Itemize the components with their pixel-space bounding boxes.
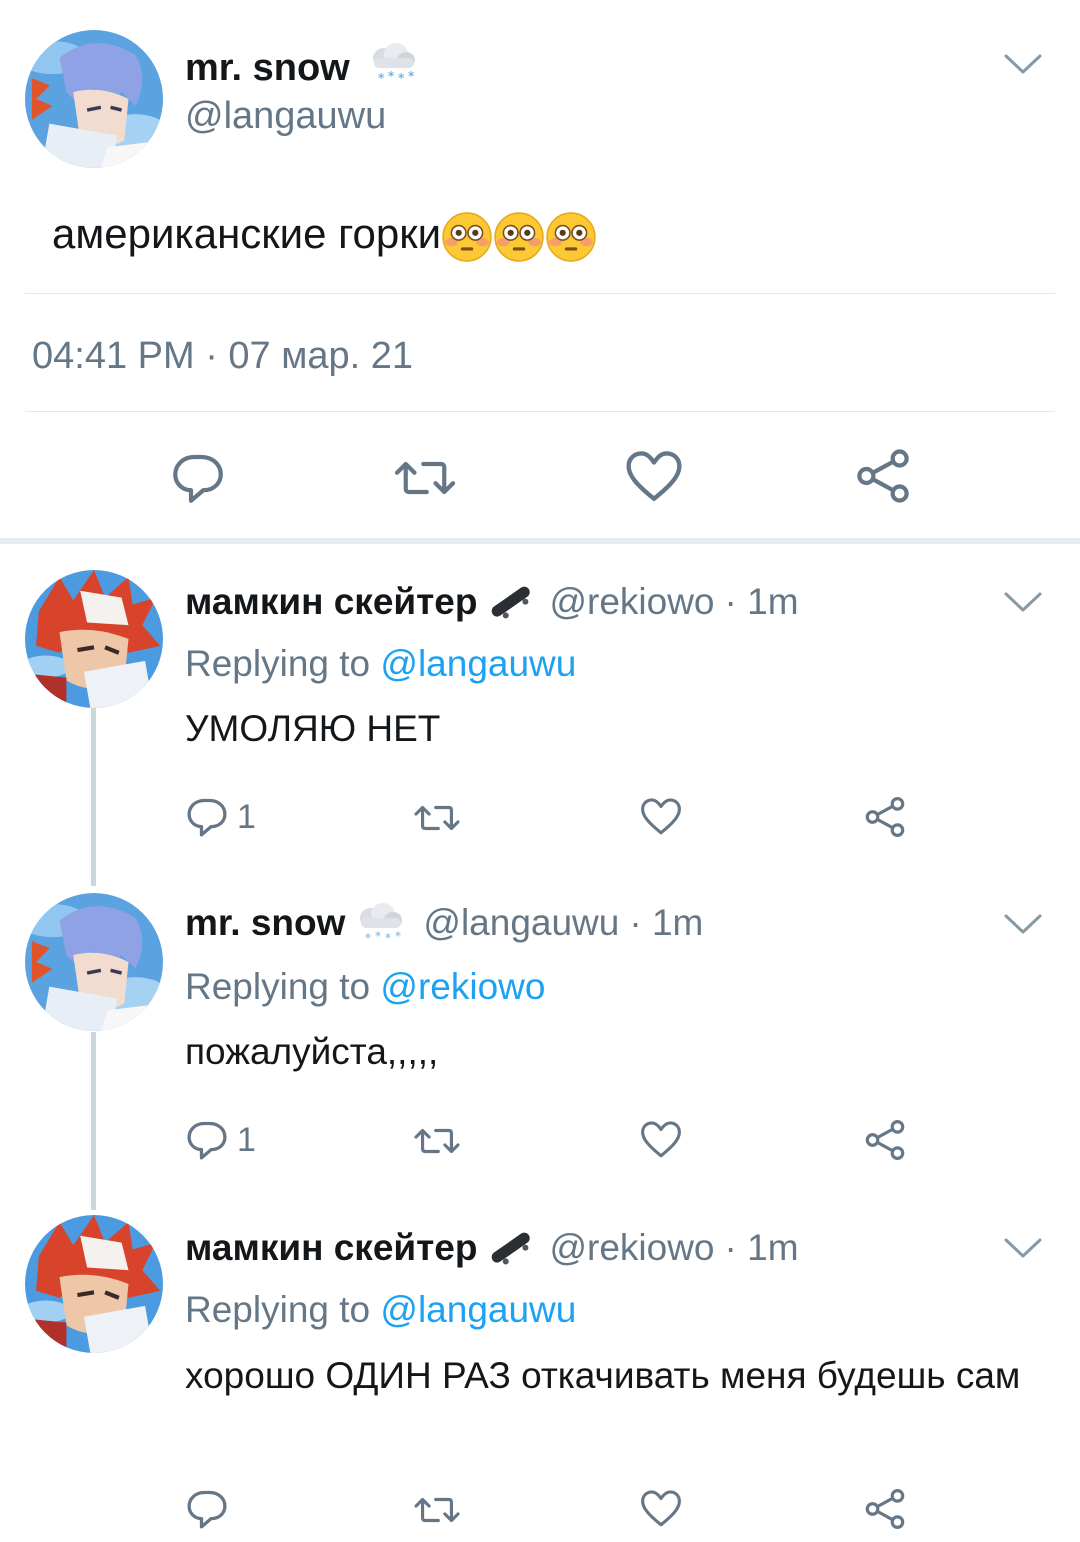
avatar[interactable] bbox=[25, 30, 163, 168]
like-button[interactable] bbox=[640, 796, 682, 838]
replying-to-prefix: Replying to bbox=[185, 643, 371, 684]
reply-header: mr. snow @langauwu · 1m bbox=[185, 900, 703, 946]
retweet-icon bbox=[414, 805, 460, 831]
author-name-text: mr. snow bbox=[185, 47, 350, 89]
tweet-text: пожалуйста,,,,, bbox=[185, 1031, 439, 1072]
flushed-face-icon bbox=[546, 212, 596, 262]
like-icon bbox=[641, 798, 681, 835]
replying-to: Replying to @langauwu bbox=[185, 1289, 576, 1331]
reply-icon bbox=[187, 798, 227, 837]
mention-link[interactable]: @langauwu bbox=[380, 643, 576, 684]
chevron-down-icon[interactable] bbox=[1003, 50, 1043, 80]
retweet-icon bbox=[392, 450, 458, 506]
mention-link[interactable]: @langauwu bbox=[380, 1289, 576, 1330]
retweet-icon bbox=[414, 1128, 460, 1154]
tweet-time: · 1m bbox=[629, 902, 704, 943]
flushed-face-icon bbox=[442, 212, 492, 262]
tweet-text: УМОЛЯЮ НЕТ bbox=[185, 708, 441, 749]
replying-to: Replying to @langauwu bbox=[185, 643, 576, 685]
chevron-down-icon[interactable] bbox=[1003, 1234, 1043, 1264]
reply-count: 1 bbox=[237, 1120, 256, 1159]
author-name[interactable]: mr. snow bbox=[185, 40, 422, 90]
reply-button[interactable]: 1 bbox=[187, 1118, 256, 1162]
share-button[interactable] bbox=[855, 448, 911, 504]
author-handle[interactable]: @rekiowo bbox=[549, 581, 714, 623]
tweet-text: американские горки bbox=[52, 210, 597, 263]
chevron-down-icon[interactable] bbox=[1003, 910, 1043, 940]
author-handle[interactable]: @langauwu bbox=[423, 902, 619, 944]
reply-button[interactable] bbox=[187, 1487, 227, 1531]
share-button[interactable] bbox=[864, 1119, 906, 1161]
retweet-button[interactable] bbox=[413, 797, 461, 839]
tweet-text-content: американские горки bbox=[52, 210, 442, 257]
like-icon bbox=[625, 448, 683, 506]
like-icon bbox=[641, 1121, 681, 1158]
author-handle[interactable]: @rekiowo bbox=[549, 1227, 714, 1269]
snow-cloud-icon bbox=[360, 903, 403, 945]
avatar[interactable] bbox=[25, 570, 163, 708]
replying-to: Replying to @rekiowo bbox=[185, 966, 545, 1008]
divider bbox=[25, 293, 1055, 294]
tweet-timestamp: 04:41 PM · 07 мар. 21 bbox=[32, 335, 414, 377]
main-tweet: mr. snow @langauwu американские горки 04… bbox=[0, 0, 1080, 540]
replying-to-prefix: Replying to bbox=[185, 1289, 371, 1330]
section-divider bbox=[0, 538, 1080, 544]
like-button[interactable] bbox=[640, 1119, 682, 1161]
share-button[interactable] bbox=[864, 1488, 906, 1530]
tweet-text: хорошо ОДИН РАЗ откачивать меня будешь с… bbox=[185, 1355, 1021, 1396]
share-icon bbox=[865, 797, 905, 837]
author-name[interactable]: мамкин скейтер bbox=[185, 581, 477, 623]
author-name[interactable]: мамкин скейтер bbox=[185, 1227, 477, 1269]
thread-line bbox=[91, 708, 96, 886]
reply-icon bbox=[187, 1121, 227, 1160]
retweet-button[interactable] bbox=[413, 1489, 461, 1531]
replying-to-prefix: Replying to bbox=[185, 966, 371, 1007]
skateboard-icon bbox=[489, 584, 536, 624]
avatar[interactable] bbox=[25, 1215, 163, 1353]
reply-header: мамкин скейтер @rekiowo · 1m bbox=[185, 1224, 799, 1272]
share-icon bbox=[855, 448, 911, 504]
reply-button[interactable] bbox=[170, 450, 226, 506]
like-button[interactable] bbox=[640, 1488, 682, 1530]
chevron-down-icon[interactable] bbox=[1003, 588, 1043, 618]
share-icon bbox=[865, 1489, 905, 1529]
share-icon bbox=[865, 1120, 905, 1160]
retweet-icon bbox=[414, 1497, 460, 1523]
mention-link[interactable]: @rekiowo bbox=[380, 966, 545, 1007]
flushed-face-icon bbox=[494, 212, 544, 262]
thread-line bbox=[91, 1032, 96, 1210]
reply-count: 1 bbox=[237, 797, 256, 836]
reply-button[interactable]: 1 bbox=[187, 795, 256, 839]
author-handle[interactable]: @langauwu bbox=[185, 95, 386, 138]
like-button[interactable] bbox=[625, 448, 683, 506]
reply-icon bbox=[170, 450, 226, 506]
retweet-button[interactable] bbox=[392, 450, 458, 506]
tweet-time: · 1m bbox=[724, 581, 799, 622]
retweet-button[interactable] bbox=[413, 1120, 461, 1162]
like-icon bbox=[641, 1490, 681, 1527]
avatar[interactable] bbox=[25, 893, 163, 1031]
snow-cloud-icon bbox=[373, 43, 416, 85]
reply-icon bbox=[187, 1490, 227, 1529]
share-button[interactable] bbox=[864, 796, 906, 838]
skateboard-icon bbox=[489, 1230, 536, 1270]
reply-header: мамкин скейтер @rekiowo · 1m bbox=[185, 578, 799, 626]
author-name[interactable]: mr. snow bbox=[185, 902, 345, 944]
divider bbox=[25, 411, 1055, 412]
tweet-time: · 1m bbox=[724, 1227, 799, 1268]
